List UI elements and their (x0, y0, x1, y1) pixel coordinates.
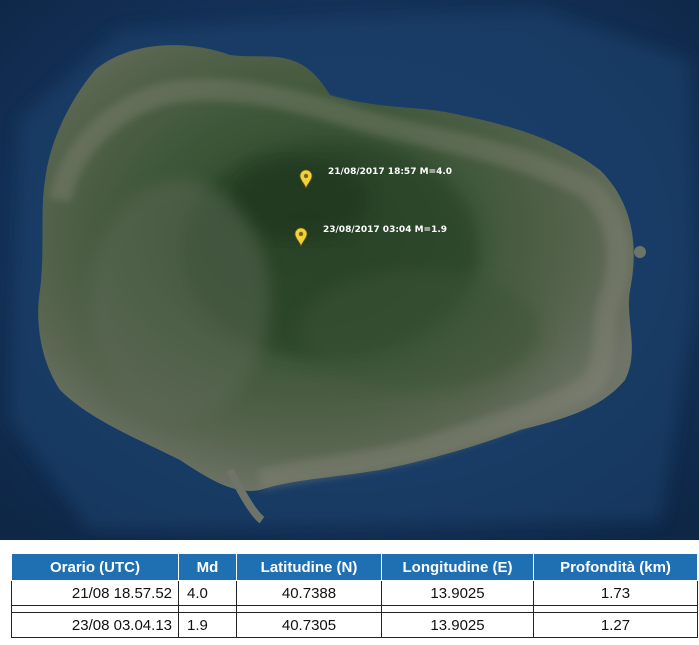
header-md: Md (178, 553, 237, 581)
cell-profondita: 1.73 (533, 580, 698, 606)
cell-md: 1.9 (178, 612, 237, 638)
cell-longitudine: 13.9025 (381, 612, 534, 638)
cell-latitudine: 40.7388 (236, 580, 382, 606)
cell-latitudine: 40.7305 (236, 612, 382, 638)
row-separator (11, 605, 698, 613)
marker-label: 21/08/2017 18:57 M=4.0 (328, 167, 452, 177)
map-pin-dot (303, 173, 309, 179)
earthquake-table: Orario (UTC) Md Latitudine (N) Longitudi… (11, 553, 698, 638)
cell-profondita: 1.27 (533, 612, 698, 638)
header-longitudine: Longitudine (E) (381, 553, 534, 581)
cell-orario: 23/08 03.04.13 (11, 612, 179, 638)
islet (634, 246, 646, 258)
map-pin-dot (298, 231, 304, 237)
cell-longitudine: 13.9025 (381, 580, 534, 606)
header-latitudine: Latitudine (N) (236, 553, 382, 581)
table-row: 23/08 03.04.13 1.9 40.7305 13.9025 1.27 (11, 612, 698, 638)
table-header-row: Orario (UTC) Md Latitudine (N) Longitudi… (11, 553, 698, 581)
marker-label: 23/08/2017 03:04 M=1.9 (323, 225, 447, 235)
header-profondita: Profondità (km) (533, 553, 698, 581)
header-orario: Orario (UTC) (11, 553, 179, 581)
cell-orario: 21/08 18.57.52 (11, 580, 179, 606)
table-row: 21/08 18.57.52 4.0 40.7388 13.9025 1.73 (11, 580, 698, 606)
cell-md: 4.0 (178, 580, 237, 606)
satellite-map: 21/08/2017 18:57 M=4.0 23/08/2017 03:04 M… (0, 0, 699, 540)
